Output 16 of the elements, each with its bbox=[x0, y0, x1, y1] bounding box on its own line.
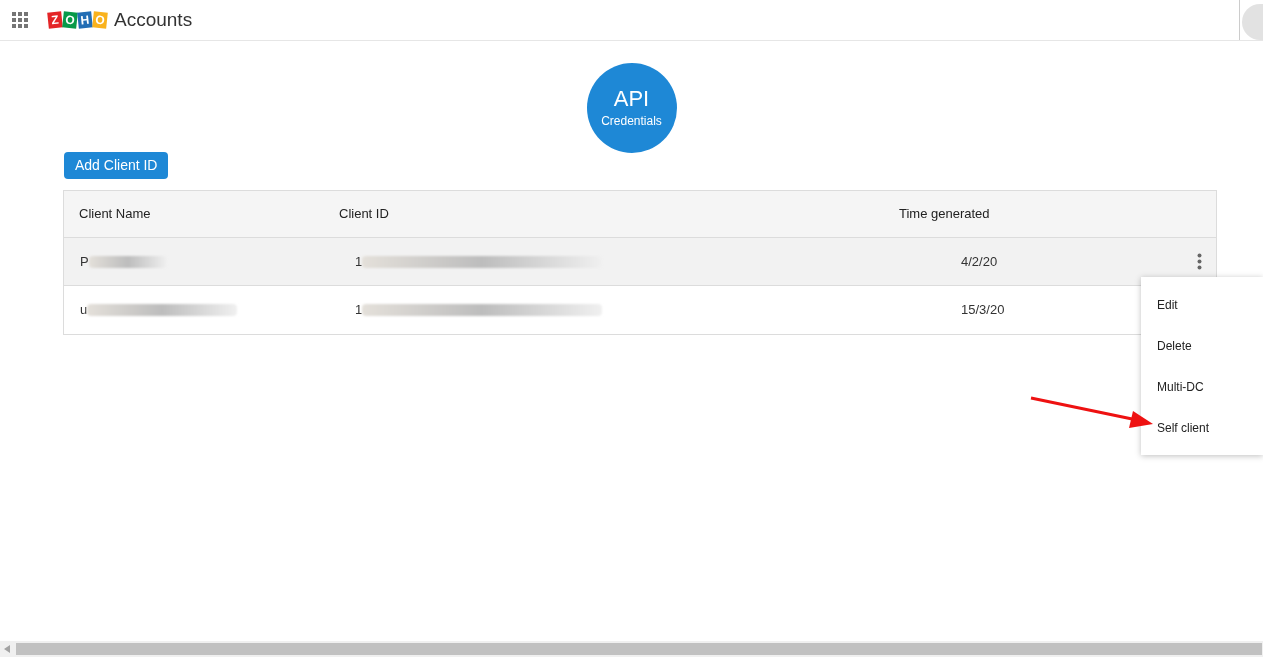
table-cell-text: 15/3/20 bbox=[961, 301, 1005, 320]
logo-letter: H bbox=[77, 11, 93, 29]
badge-title: API bbox=[613, 86, 650, 112]
logo-letter: Z bbox=[47, 11, 63, 29]
table-cell-text: 1 bbox=[355, 252, 363, 271]
table-cell-text: 4/2/20 bbox=[961, 252, 998, 271]
app-title: Accounts bbox=[114, 7, 193, 32]
badge-subtitle: Credentials bbox=[601, 113, 662, 130]
table-cell-text: P bbox=[80, 252, 89, 271]
column-header: Client ID bbox=[339, 205, 390, 224]
logo-letter: O bbox=[62, 11, 78, 29]
table-cell-text: u bbox=[80, 301, 88, 320]
column-header: Time generated bbox=[899, 205, 991, 224]
table-cell-text: 1 bbox=[355, 301, 363, 320]
column-header: Client Name bbox=[79, 205, 152, 224]
logo-letter: O bbox=[92, 11, 108, 29]
